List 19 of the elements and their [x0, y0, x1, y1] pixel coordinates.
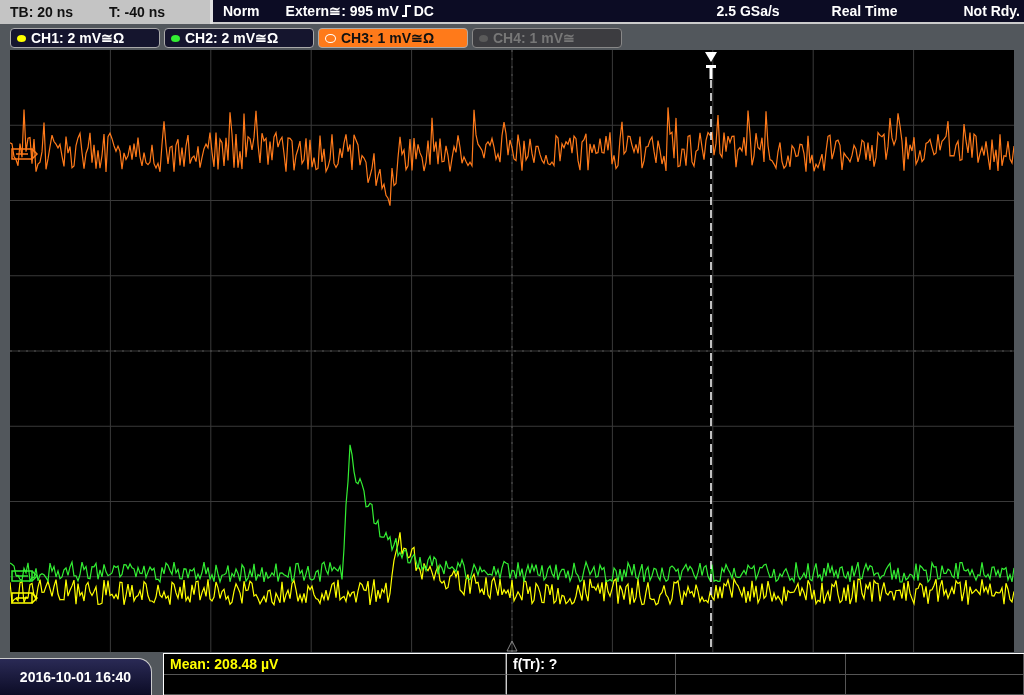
channel-tab[interactable]: CH2: 2 mV≅Ω [164, 28, 314, 48]
measurement-value: Mean: 208.48 µV [170, 655, 279, 672]
channel-offset-marker-icon [11, 148, 39, 160]
channel-tab[interactable]: CH3: 1 mV≅Ω [318, 28, 468, 48]
rising-edge-icon [401, 5, 411, 17]
status-label: Not Rdy. [963, 3, 1020, 19]
channel-offset-marker-icon [11, 592, 39, 604]
channel-tab[interactable]: CH1: 2 mV≅Ω [10, 28, 160, 48]
trigger-mode-label: Norm [223, 3, 260, 19]
date-time-button[interactable]: 2016-10-01 16:40 [0, 658, 152, 695]
channel-offset-marker-icon [11, 570, 39, 582]
trigger-offset-label: T: -40 ns [109, 4, 166, 20]
time-reference-icon [506, 640, 518, 652]
sample-rate-label: 2.5 GSa/s [716, 3, 780, 19]
trigger-coupling-label: DC [413, 3, 434, 19]
measurement-value: f(Tr): ? [513, 655, 558, 672]
trigger-source-label: Extern≅: 995 mV [285, 3, 399, 19]
timebase-label: TB: 20 ns [10, 4, 73, 20]
acquisition-mode-label: Real Time [831, 3, 898, 19]
